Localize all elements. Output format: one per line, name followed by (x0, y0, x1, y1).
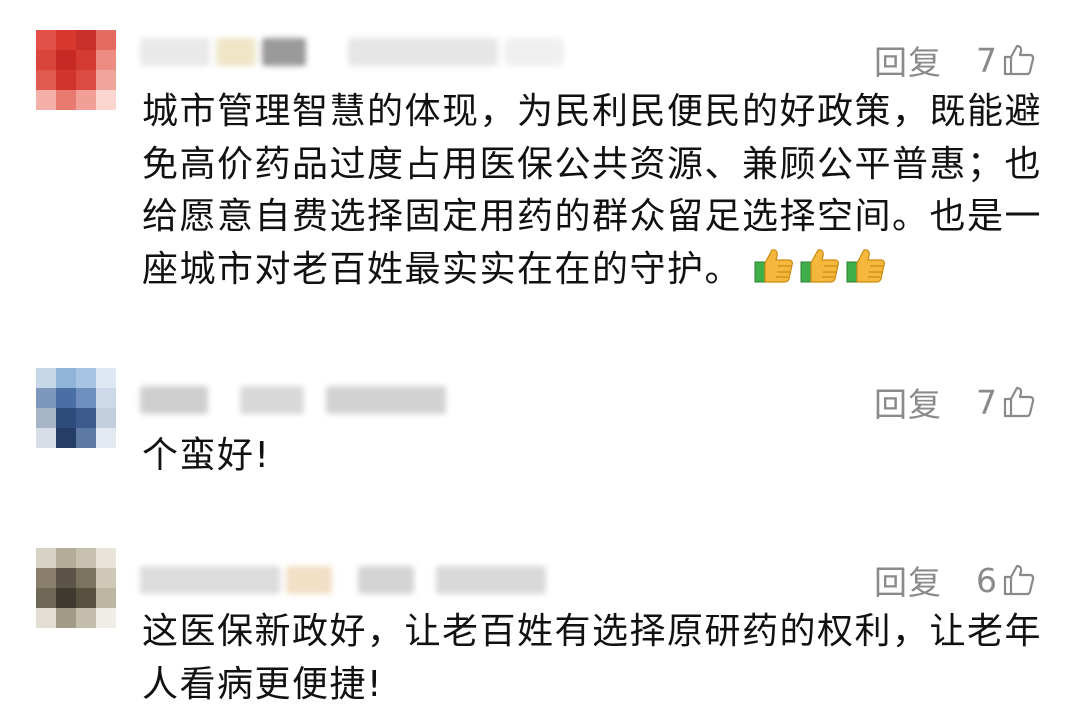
thumbs-up-emoji (800, 248, 839, 283)
thumbs-up-outline-icon[interactable] (1002, 43, 1036, 77)
like-count: 7 (976, 382, 998, 422)
comment-text: 个蛮好! (142, 435, 271, 476)
thumbs-up-outline-icon[interactable] (1002, 563, 1036, 597)
comment-body: 这医保新政好，让老百姓有选择原研药的权利，让老年人看病更便捷! (142, 606, 1047, 711)
comment-actions: 回复 6 (874, 556, 1036, 604)
emoji-row (752, 245, 888, 287)
thumbs-up-emoji (846, 248, 885, 283)
avatar[interactable] (36, 30, 116, 110)
comment-body: 城市管理智慧的体现，为民利民便民的好政策，既能避免高价药品过度占用医保公共资源、… (142, 86, 1047, 296)
like-count: 7 (976, 40, 998, 80)
avatar[interactable] (36, 548, 116, 628)
username-redacted[interactable] (140, 32, 564, 72)
comment-text: 城市管理智慧的体现，为民利民便民的好政策，既能避免高价药品过度占用医保公共资源、… (142, 91, 1043, 290)
comment-body: 个蛮好! (142, 430, 1047, 483)
avatar[interactable] (36, 368, 116, 448)
reply-button[interactable]: 回复 (874, 36, 942, 84)
username-redacted[interactable] (140, 380, 446, 420)
like-count: 6 (976, 560, 998, 600)
reply-button[interactable]: 回复 (874, 556, 942, 604)
thumbs-up-outline-icon[interactable] (1002, 385, 1036, 419)
thumbs-up-emoji (754, 248, 793, 283)
comment-text: 这医保新政好，让老百姓有选择原研药的权利，让老年人看病更便捷! (142, 611, 1043, 705)
comment-actions: 回复 7 (874, 36, 1036, 84)
username-redacted[interactable] (140, 560, 546, 600)
comment-actions: 回复 7 (874, 378, 1036, 426)
reply-button[interactable]: 回复 (874, 378, 942, 426)
